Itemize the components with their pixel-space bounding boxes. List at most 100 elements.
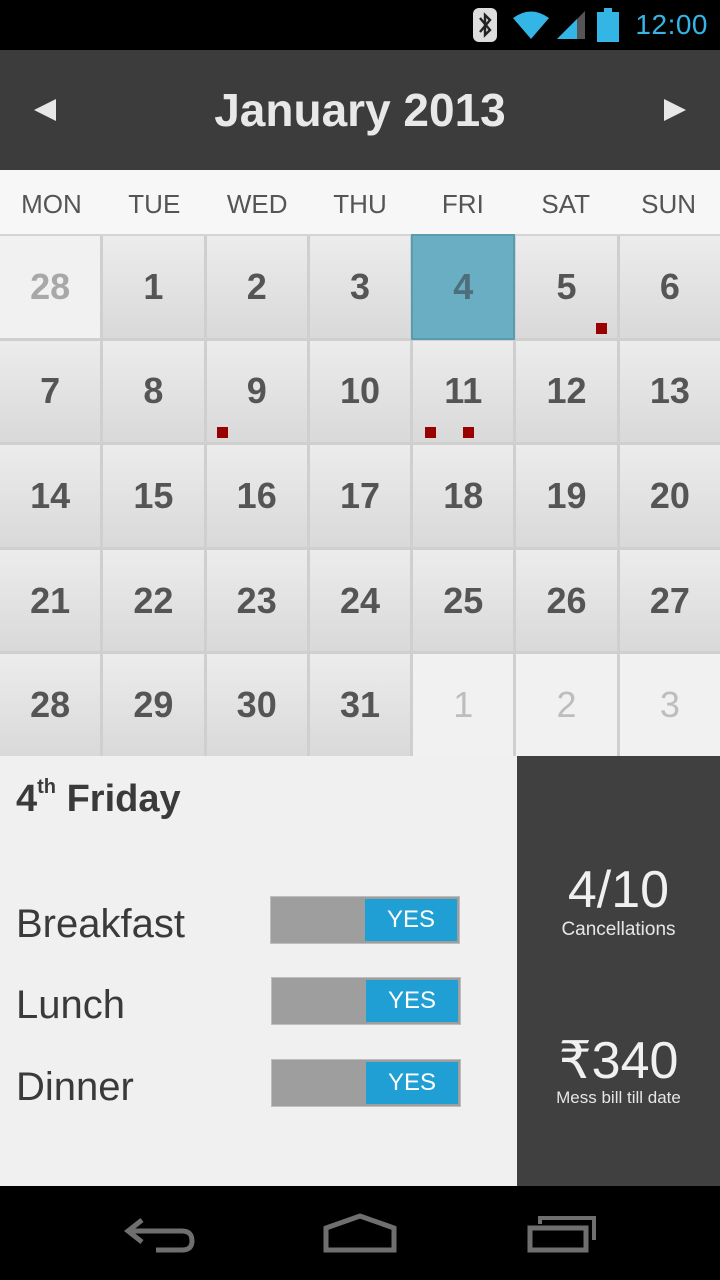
calendar-day-number: 19 (546, 474, 587, 516)
calendar-day[interactable]: 5 (516, 236, 617, 338)
event-marker (463, 427, 475, 439)
recent-apps-icon (527, 1216, 596, 1253)
calendar-day[interactable]: 8 (103, 340, 204, 443)
calendar-day[interactable]: 20 (619, 445, 720, 547)
calendar-day[interactable]: 29 (103, 654, 204, 756)
meal-row-dinner: Dinner YES (16, 1059, 466, 1119)
calendar-day-number: 25 (443, 579, 484, 621)
calendar-day-number: 8 (143, 370, 164, 412)
calendar-day-number: 11 (444, 370, 483, 412)
calendar-day-number: 14 (30, 474, 71, 516)
mess-bill-value: ₹340 (558, 1032, 679, 1090)
weekday-label: MON (21, 189, 82, 219)
calendar-day[interactable]: 13 (619, 340, 720, 443)
cancellations-value: 4/10 (567, 861, 670, 919)
calendar-day[interactable]: 6 (619, 236, 720, 338)
calendar-day[interactable]: 3 (619, 654, 720, 756)
calendar-day[interactable]: 7 (0, 340, 101, 443)
calendar-day[interactable]: 10 (309, 340, 411, 443)
day-details-panel: 4th Friday Breakfast YES Lunch YES Dinne… (0, 756, 517, 1186)
calendar-day-number: 7 (40, 370, 61, 412)
next-month-button[interactable] (630, 50, 720, 170)
calendar-day-number: 31 (339, 684, 381, 726)
day-suffix: th (37, 776, 57, 799)
calendar-day[interactable]: 2 (516, 654, 617, 756)
status-bar: 12:00 (0, 0, 720, 50)
calendar-day-number: 21 (30, 579, 71, 621)
weekday-label: FRI (441, 189, 484, 219)
calendar-day[interactable]: 21 (0, 549, 101, 652)
calendar-day[interactable]: 27 (619, 549, 720, 652)
calendar-day[interactable]: 17 (309, 445, 411, 547)
lunch-toggle[interactable]: YES (271, 977, 461, 1025)
dinner-toggle[interactable]: YES (271, 1059, 461, 1107)
calendar-day[interactable]: 15 (103, 445, 204, 547)
calendar-day-number: 6 (659, 265, 680, 307)
selected-day-title: 4th Friday (16, 776, 181, 821)
calendar-day[interactable]: 2 (206, 236, 307, 338)
calendar-day[interactable]: 28 (0, 236, 101, 338)
arrow-right-icon (664, 99, 686, 121)
calendar-day[interactable]: 3 (309, 236, 411, 338)
calendar-day[interactable]: 12 (516, 340, 617, 443)
status-clock: 12:00 (635, 9, 708, 40)
calendar-day[interactable]: 11 (413, 340, 514, 443)
back-button[interactable] (120, 1206, 200, 1256)
calendar-day[interactable]: 22 (103, 549, 204, 652)
weekday-label: WED (226, 189, 288, 219)
meal-label: Dinner (16, 1065, 134, 1109)
battery-icon (597, 8, 620, 42)
calendar-day-number: 9 (246, 370, 267, 412)
wifi-icon (513, 11, 550, 39)
home-button[interactable] (320, 1206, 400, 1256)
meal-label: Lunch (16, 983, 125, 1027)
event-marker (425, 427, 437, 439)
calendar-day-number: 24 (339, 579, 381, 621)
calendar-day[interactable]: 26 (516, 549, 617, 652)
calendar-day[interactable]: 24 (309, 549, 411, 652)
calendar-day[interactable]: 30 (206, 654, 307, 756)
calendar-day-selected[interactable]: 4 (411, 234, 516, 340)
meal-row-breakfast: Breakfast YES (16, 896, 466, 956)
weekday-label: SUN (641, 189, 697, 219)
calendar-day[interactable]: 14 (0, 445, 101, 547)
cancellations-label: Cancellations (561, 919, 676, 940)
meal-label: Breakfast (16, 902, 185, 946)
home-icon (323, 1213, 397, 1253)
recent-apps-button[interactable] (522, 1206, 602, 1256)
calendar-day[interactable]: 25 (413, 549, 514, 652)
calendar-day[interactable]: 23 (206, 549, 307, 652)
meal-row-lunch: Lunch YES (16, 977, 466, 1037)
calendar-day[interactable]: 18 (413, 445, 514, 547)
back-icon (123, 1218, 195, 1253)
toggle-yes-label: YES (366, 1062, 458, 1104)
calendar-day[interactable]: 28 (0, 654, 101, 756)
breakfast-toggle[interactable]: YES (270, 896, 460, 944)
calendar-day-number: 15 (133, 474, 174, 516)
calendar-day[interactable]: 16 (206, 445, 307, 547)
calendar-day-number: 16 (236, 474, 277, 516)
weekday-header: MON TUE WED THU FRI SAT SUN (0, 170, 720, 236)
calendar-day[interactable]: 19 (516, 445, 617, 547)
calendar-day-number: 4 (453, 265, 474, 307)
weekday-label: SAT (541, 189, 591, 219)
weekday-label: THU (333, 189, 387, 219)
calendar-day-number: 2 (556, 684, 577, 726)
calendar-day-number: 28 (30, 684, 71, 726)
calendar-day-number: 26 (546, 579, 587, 621)
calendar-grid: 28 1 2 3 4 5 6 7 8 9 10 11 12 13 14 15 16 17 18 19 20 21 22 23 2… (0, 234, 720, 756)
previous-month-button[interactable] (0, 50, 90, 170)
calendar-day-number: 2 (246, 265, 267, 307)
day-name: Friday (66, 778, 181, 820)
calendar-day[interactable]: 31 (309, 654, 411, 756)
calendar-day-number: 22 (133, 579, 174, 621)
calendar-header: January 2013 (0, 50, 720, 170)
calendar-day[interactable]: 1 (413, 654, 514, 756)
calendar-day-number: 13 (649, 370, 690, 412)
calendar-day-number: 20 (649, 474, 690, 516)
calendar-day-number: 27 (649, 579, 690, 621)
calendar-day[interactable]: 1 (103, 236, 204, 338)
calendar-day-number: 12 (546, 370, 587, 412)
calendar-day[interactable]: 9 (206, 340, 307, 443)
calendar-day-number: 23 (236, 579, 277, 621)
